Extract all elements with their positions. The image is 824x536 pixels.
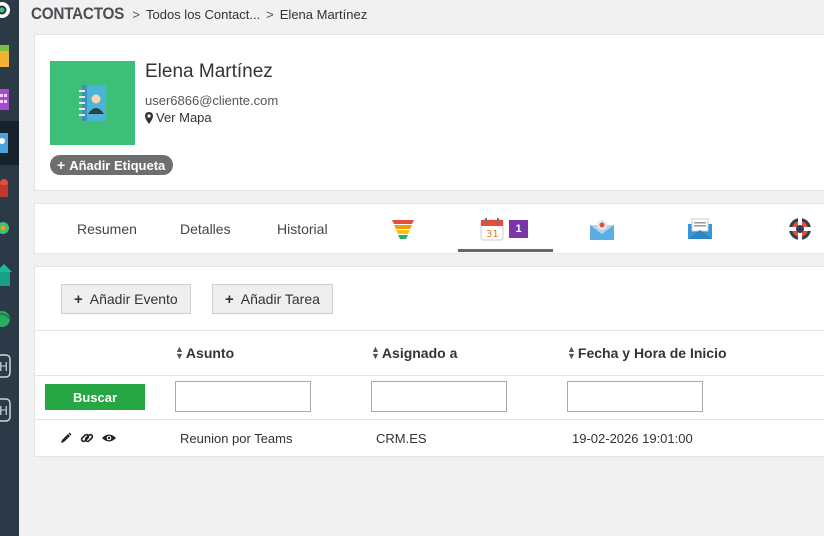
- add-event-button[interactable]: + Añadir Evento: [61, 284, 191, 314]
- tab-help[interactable]: [787, 204, 813, 253]
- email-notification-icon: [590, 219, 614, 240]
- add-task-button[interactable]: + Añadir Tarea: [212, 284, 333, 314]
- breadcrumb-module[interactable]: CONTACTOS: [31, 4, 124, 24]
- edit-pencil-icon[interactable]: [60, 432, 72, 444]
- divider: [35, 330, 824, 331]
- filter-assigned-input[interactable]: [371, 381, 507, 412]
- tab-summary[interactable]: Resumen: [77, 204, 137, 253]
- column-header-start-date[interactable]: ▲ ▼ Fecha y Hora de Inicio: [567, 344, 727, 362]
- plus-icon: +: [57, 157, 66, 173]
- tab-email-notification[interactable]: [589, 204, 615, 253]
- svg-text:H: H: [0, 404, 8, 418]
- contact-email[interactable]: user6866@cliente.com: [145, 93, 278, 108]
- sort-icon: ▲ ▼: [371, 344, 380, 361]
- calendar-icon: 31: [480, 217, 504, 240]
- chart-app-icon[interactable]: [0, 43, 19, 69]
- divider: [35, 419, 824, 420]
- breadcrumb: CONTACTOS > Todos los Contact... > Elena…: [31, 4, 367, 24]
- view-map-link[interactable]: Ver Mapa: [145, 110, 212, 125]
- plus-icon: +: [225, 290, 234, 308]
- column-header-subject-label: Asunto: [185, 345, 235, 361]
- contacts-app-icon[interactable]: [0, 130, 19, 156]
- contact-header-card: Elena Martínez user6866@cliente.com Ver …: [34, 34, 824, 191]
- filter-subject-input[interactable]: [175, 381, 311, 412]
- link-icon[interactable]: [80, 431, 94, 445]
- divider: [35, 375, 824, 376]
- column-header-start-date-label: Fecha y Hora de Inicio: [577, 345, 727, 361]
- help-app-icon[interactable]: H: [0, 353, 19, 379]
- active-tab-indicator: [458, 249, 553, 252]
- globe-app-icon[interactable]: [0, 305, 19, 331]
- svg-text:H: H: [0, 360, 8, 374]
- plus-icon: +: [74, 290, 83, 308]
- tab-history[interactable]: Historial: [277, 204, 328, 253]
- table-row-actions: [60, 431, 116, 445]
- help2-app-icon[interactable]: H: [0, 397, 19, 423]
- map-pin-app-icon[interactable]: [0, 218, 19, 244]
- app-logo-icon[interactable]: [0, 0, 19, 26]
- breadcrumb-current: Elena Martínez: [279, 6, 368, 22]
- breadcrumb-separator: >: [266, 6, 274, 22]
- tab-funnel[interactable]: [392, 204, 414, 253]
- map-marker-icon: [145, 111, 153, 124]
- home-app-icon[interactable]: [0, 262, 19, 288]
- search-button[interactable]: Buscar: [45, 384, 145, 410]
- contact-avatar: [50, 61, 135, 145]
- email-icon: [688, 218, 712, 239]
- help-lifebuoy-icon: [789, 217, 811, 240]
- sort-icon: ▲ ▼: [175, 344, 184, 361]
- breadcrumb-list-link[interactable]: Todos los Contact...: [146, 7, 260, 22]
- building-app-icon[interactable]: [0, 86, 19, 112]
- cell-assigned: CRM.ES: [376, 431, 427, 446]
- column-header-assigned[interactable]: ▲ ▼ Asignado a: [371, 344, 458, 362]
- address-book-icon: [78, 85, 106, 121]
- cell-start-date: 19-02-2026 19:01:00: [572, 431, 693, 446]
- svg-text:31: 31: [486, 229, 499, 240]
- add-event-label: Añadir Evento: [89, 291, 178, 307]
- column-header-subject[interactable]: ▲ ▼ Asunto: [175, 344, 235, 362]
- view-map-label: Ver Mapa: [156, 110, 212, 125]
- activities-panel: + Añadir Evento + Añadir Tarea ▲ ▼ Asunto…: [34, 266, 824, 457]
- calendar-count-badge: 1: [509, 219, 528, 238]
- tab-email[interactable]: [687, 204, 713, 253]
- view-eye-icon[interactable]: [102, 433, 116, 443]
- tab-calendar[interactable]: 31 1: [480, 204, 528, 253]
- add-task-label: Añadir Tarea: [240, 291, 320, 307]
- add-tag-button[interactable]: + Añadir Etiqueta: [50, 155, 174, 175]
- tab-details[interactable]: Detalles: [180, 204, 231, 253]
- add-tag-label: Añadir Etiqueta: [69, 157, 166, 173]
- contact-name: Elena Martínez: [145, 61, 273, 82]
- sort-icon: ▲ ▼: [567, 344, 576, 361]
- filter-start-date-input[interactable]: [567, 381, 703, 412]
- funnel-icon: [392, 219, 414, 239]
- record-tabs: Resumen Detalles Historial 31 1: [34, 203, 824, 254]
- puzzle-app-icon[interactable]: [0, 175, 19, 201]
- column-header-assigned-label: Asignado a: [381, 345, 458, 361]
- breadcrumb-separator: >: [132, 6, 140, 22]
- cell-subject[interactable]: Reunion por Teams: [180, 431, 293, 446]
- app-sidebar: H H: [0, 0, 19, 536]
